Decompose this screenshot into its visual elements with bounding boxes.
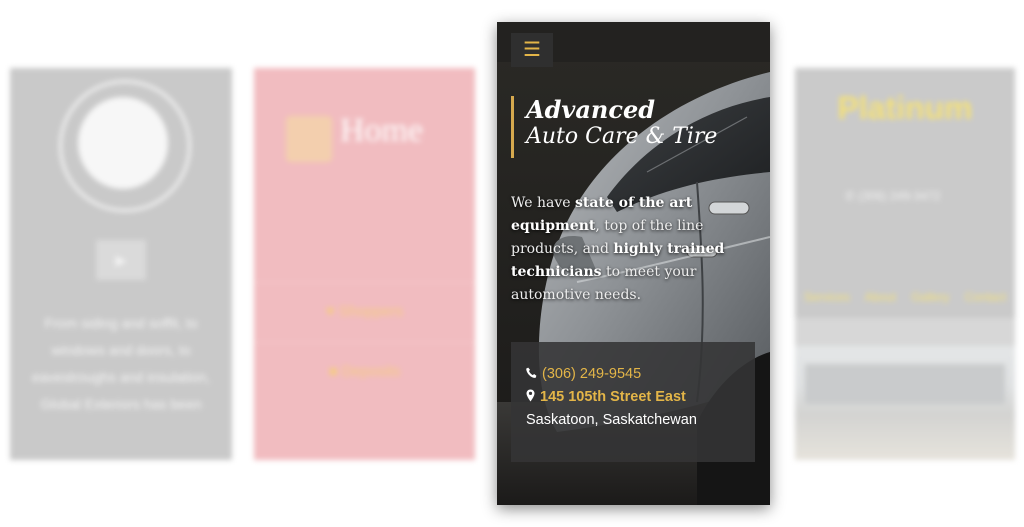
bg-card-item: ♥ Shoppers xyxy=(254,282,475,341)
map-marker-icon xyxy=(526,389,535,402)
street-address: 145 105th Street East xyxy=(540,389,686,405)
platinum-nav: Services About Gallery Contact xyxy=(803,290,1007,304)
site-logo[interactable]: Advanced Auto Care & Tire xyxy=(511,96,717,158)
mobile-site-screen: ☰ Advanced Auto Care & Tire We have stat… xyxy=(497,22,770,505)
phone-icon xyxy=(526,367,537,378)
intro-paragraph: We have state of the art equipment, top … xyxy=(511,195,725,303)
bg-card-header: Platinum ✆ (306) 249-3472 Services About… xyxy=(795,68,1015,318)
platinum-logo: Platinum xyxy=(837,90,973,126)
site-logo-line-2: Auto Care & Tire xyxy=(526,124,718,149)
bg-card-platinum: Platinum ✆ (306) 249-3472 Services About… xyxy=(795,68,1015,460)
bg-card-photo xyxy=(795,346,1015,460)
building-image xyxy=(805,364,1005,404)
city-province: Saskatoon, Saskatchewan xyxy=(526,412,697,428)
platinum-info: ✆ (306) 249-3472 xyxy=(845,189,941,203)
phone-number: (306) 249-9545 xyxy=(542,366,642,382)
hamburger-menu-icon: ☰ xyxy=(523,39,541,61)
bg-card-item-label: Deposits xyxy=(341,363,401,380)
home-logo-word: Home xyxy=(340,112,424,149)
bg-card-item-label: Shoppers xyxy=(338,303,404,320)
home-logo-mark xyxy=(286,116,332,162)
contact-info-box: (306) 249-9545 145 105th Street East Sas… xyxy=(511,342,755,462)
home-logo: Home xyxy=(286,112,446,166)
phone-link[interactable]: (306) 249-9545 xyxy=(526,366,641,382)
bg-card-home: Home ♥ Shoppers ■ Deposits xyxy=(254,68,475,460)
address-link[interactable]: 145 105th Street East xyxy=(526,389,686,405)
bg-card-text: From siding and soffit, to windows and d… xyxy=(31,315,211,412)
play-icon: ▶ xyxy=(96,240,146,280)
hamburger-menu-button[interactable]: ☰ xyxy=(511,33,553,67)
site-logo-line-1: Advanced xyxy=(526,95,656,124)
bg-card-global-exteriors: ▶ From siding and soffit, to windows and… xyxy=(10,68,232,460)
bg-card-item: ■ Deposits xyxy=(254,342,475,401)
globe-logo xyxy=(59,80,191,212)
